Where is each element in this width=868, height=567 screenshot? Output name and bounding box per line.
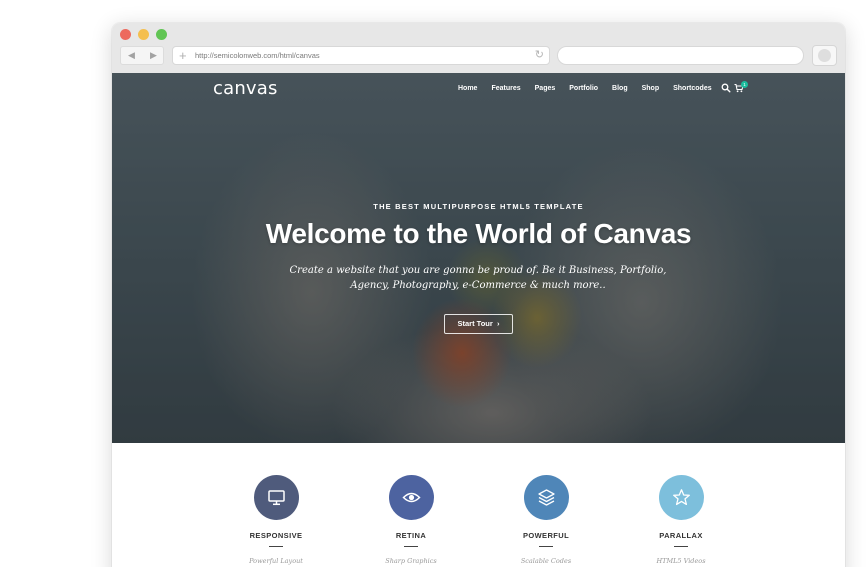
menu-item-home[interactable]: Home bbox=[458, 85, 477, 92]
site-logo[interactable]: canvas bbox=[213, 78, 278, 99]
feature-subtitle: Powerful Layout bbox=[249, 557, 303, 565]
start-tour-button[interactable]: Start Tour › bbox=[444, 314, 513, 334]
extension-button[interactable] bbox=[812, 45, 837, 66]
feature-icon-circle bbox=[659, 475, 704, 520]
plus-icon[interactable]: + bbox=[179, 48, 187, 63]
hero-section: canvas Home Features Pages Portfolio Blo… bbox=[112, 73, 845, 443]
history-nav: ◀ ▶ bbox=[120, 46, 164, 65]
feature-icon-circle bbox=[524, 475, 569, 520]
arrow-right-icon: ▶ bbox=[150, 50, 157, 60]
menu-item-blog[interactable]: Blog bbox=[612, 85, 628, 92]
feature-title: RESPONSIVE bbox=[249, 531, 303, 540]
menu-item-pages[interactable]: Pages bbox=[535, 85, 556, 92]
chevron-right-icon: › bbox=[494, 319, 500, 328]
cart-count-badge: 1 bbox=[741, 81, 748, 88]
features-section: RESPONSIVE Powerful Layout RETINA Sharp … bbox=[112, 443, 845, 567]
close-window-button[interactable] bbox=[120, 29, 131, 40]
feature-title: PARALLAX bbox=[659, 531, 703, 540]
hero-overlay bbox=[112, 73, 845, 443]
hero-title: Welcome to the World of Canvas bbox=[265, 218, 692, 249]
feature-divider bbox=[674, 546, 688, 547]
feature-divider bbox=[269, 546, 283, 547]
feature-title: POWERFUL bbox=[522, 531, 570, 540]
primary-menu: Home Features Pages Portfolio Blog Shop … bbox=[458, 85, 712, 92]
hero-lead-line-1: Create a website that you are gonna be p… bbox=[289, 265, 667, 276]
search-icon[interactable] bbox=[721, 83, 731, 93]
address-text: http://semicolonweb.com/html/canvas bbox=[195, 51, 320, 60]
forward-button[interactable]: ▶ bbox=[143, 47, 164, 64]
menu-item-shop[interactable]: Shop bbox=[642, 85, 660, 92]
address-bar[interactable]: + http://semicolonweb.com/html/canvas ↻ bbox=[172, 46, 550, 65]
monitor-icon bbox=[268, 490, 285, 506]
star-icon bbox=[673, 489, 690, 506]
hero-lead-line-2: Agency, Photography, e-Commerce & much m… bbox=[350, 280, 606, 291]
eye-icon bbox=[402, 492, 421, 503]
browser-search-field[interactable] bbox=[557, 46, 804, 65]
reload-icon[interactable]: ↻ bbox=[535, 48, 544, 63]
feature-icon-circle bbox=[389, 475, 434, 520]
browser-toolbar: ◀ ▶ + http://semicolonweb.com/html/canva… bbox=[112, 23, 845, 73]
start-tour-label: Start Tour bbox=[457, 319, 493, 328]
minimize-window-button[interactable] bbox=[138, 29, 149, 40]
arrow-left-icon: ◀ bbox=[128, 50, 135, 60]
menu-item-features[interactable]: Features bbox=[491, 85, 520, 92]
back-button[interactable]: ◀ bbox=[121, 47, 142, 64]
feature-divider bbox=[539, 546, 553, 547]
feature-subtitle: HTML5 Videos bbox=[656, 557, 706, 565]
layers-icon bbox=[538, 489, 555, 506]
feature-divider bbox=[404, 546, 418, 547]
browser-window: ◀ ▶ + http://semicolonweb.com/html/canva… bbox=[112, 23, 845, 567]
menu-item-portfolio[interactable]: Portfolio bbox=[569, 85, 598, 92]
extension-icon bbox=[818, 49, 831, 62]
feature-subtitle: Scalable Codes bbox=[520, 557, 572, 565]
hero-kicker: THE BEST MULTIPURPOSE HTML5 TEMPLATE bbox=[373, 202, 584, 211]
maximize-window-button[interactable] bbox=[156, 29, 167, 40]
menu-item-shortcodes[interactable]: Shortcodes bbox=[673, 85, 712, 92]
feature-subtitle: Sharp Graphics bbox=[385, 557, 437, 565]
feature-icon-circle bbox=[254, 475, 299, 520]
feature-title: RETINA bbox=[395, 531, 427, 540]
hero-lead: Create a website that you are gonna be p… bbox=[278, 263, 678, 293]
